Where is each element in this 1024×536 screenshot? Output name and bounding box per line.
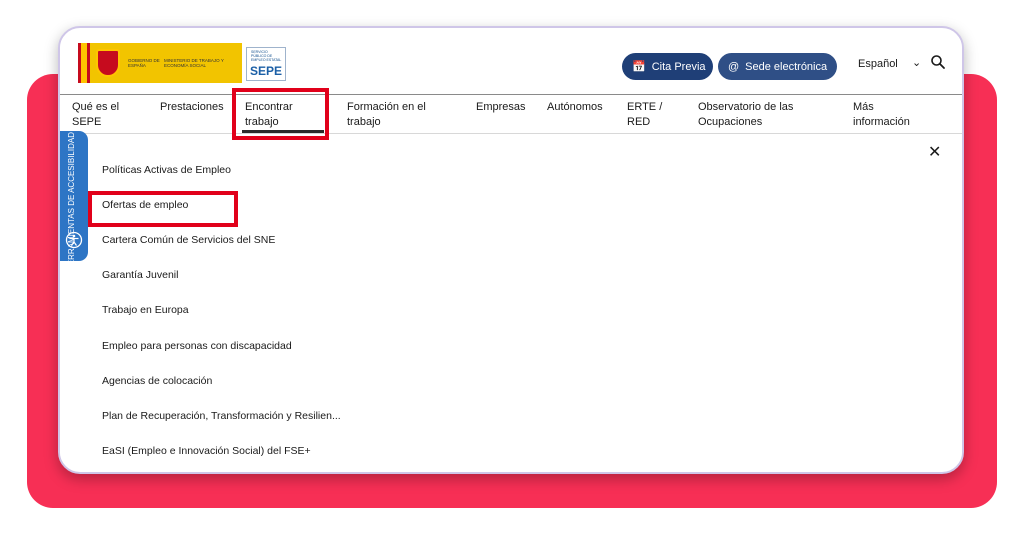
calendar-icon: 📅 — [632, 61, 646, 73]
submenu-item-plan-recuperacion[interactable]: Plan de Recuperación, Transformación y R… — [102, 410, 341, 422]
submenu-item-empleo-discapacidad[interactable]: Empleo para personas con discapacidad — [102, 340, 292, 352]
close-icon[interactable]: ✕ — [928, 142, 941, 161]
accessibility-label: HERRAMIENTAS DE ACCESIBILIDAD — [67, 132, 76, 271]
eu-flag-icon — [78, 43, 90, 83]
accessibility-icon — [65, 231, 83, 249]
nav-item-formacion[interactable]: Formación en el trabajo — [347, 100, 426, 130]
sepe-logo[interactable]: SERVICIO PÚBLICO DE EMPLEO ESTATAL SEPE — [246, 47, 286, 81]
submenu-item-cartera-comun[interactable]: Cartera Común de Servicios del SNE — [102, 234, 275, 246]
at-sign-icon: @ — [728, 60, 740, 73]
sede-electronica-button[interactable]: @ Sede electrónica — [718, 53, 837, 80]
government-logo[interactable]: GOBIERNO DE ESPAÑA MINISTERIO DE TRABAJO… — [78, 43, 242, 83]
government-text: GOBIERNO DE ESPAÑA — [128, 58, 160, 68]
nav-item-prestaciones[interactable]: Prestaciones — [160, 100, 224, 115]
browser-window: GOBIERNO DE ESPAÑA MINISTERIO DE TRABAJO… — [58, 26, 964, 474]
submenu-item-trabajo-europa[interactable]: Trabajo en Europa — [102, 304, 189, 316]
highlight-encontrar-trabajo — [232, 88, 329, 140]
nav-item-erte-red[interactable]: ERTE / RED — [627, 100, 662, 130]
sede-electronica-label: Sede electrónica — [745, 60, 828, 73]
cita-previa-button[interactable]: 📅 Cita Previa — [622, 53, 713, 80]
language-selector[interactable]: Español — [858, 58, 898, 70]
nav-item-que-es-sepe[interactable]: Qué es el SEPE — [72, 100, 119, 130]
nav-item-mas-informacion[interactable]: Más información — [853, 100, 910, 130]
sepe-subtitle: SERVICIO PÚBLICO DE EMPLEO ESTATAL — [251, 50, 282, 62]
cita-previa-label: Cita Previa — [651, 60, 706, 73]
accessibility-tab[interactable]: HERRAMIENTAS DE ACCESIBILIDAD — [60, 131, 88, 271]
highlight-ofertas-empleo — [88, 191, 238, 227]
sepe-wordmark: SEPE — [250, 64, 283, 78]
chevron-down-icon[interactable]: ⌄ — [912, 56, 921, 69]
submenu-item-easi[interactable]: EaSI (Empleo e Innovación Social) del FS… — [102, 445, 311, 457]
nav-item-empresas[interactable]: Empresas — [476, 100, 526, 115]
search-icon[interactable] — [930, 54, 946, 70]
coat-of-arms-icon — [96, 49, 120, 77]
submenu-item-politicas-activas[interactable]: Políticas Activas de Empleo — [102, 164, 231, 176]
nav-item-observatorio[interactable]: Observatorio de las Ocupaciones — [698, 100, 793, 130]
submenu-item-garantia-juvenil[interactable]: Garantía Juvenil — [102, 269, 178, 281]
ministry-text: MINISTERIO DE TRABAJO Y ECONOMÍA SOCIAL — [164, 58, 224, 68]
site-header: GOBIERNO DE ESPAÑA MINISTERIO DE TRABAJO… — [60, 38, 962, 94]
sepe-page: GOBIERNO DE ESPAÑA MINISTERIO DE TRABAJO… — [60, 38, 962, 462]
submenu-item-agencias-colocacion[interactable]: Agencias de colocación — [102, 375, 212, 387]
nav-item-autonomos[interactable]: Autónomos — [547, 100, 603, 115]
main-navigation: Qué es el SEPE Prestaciones Encontrar trab… — [60, 94, 962, 134]
